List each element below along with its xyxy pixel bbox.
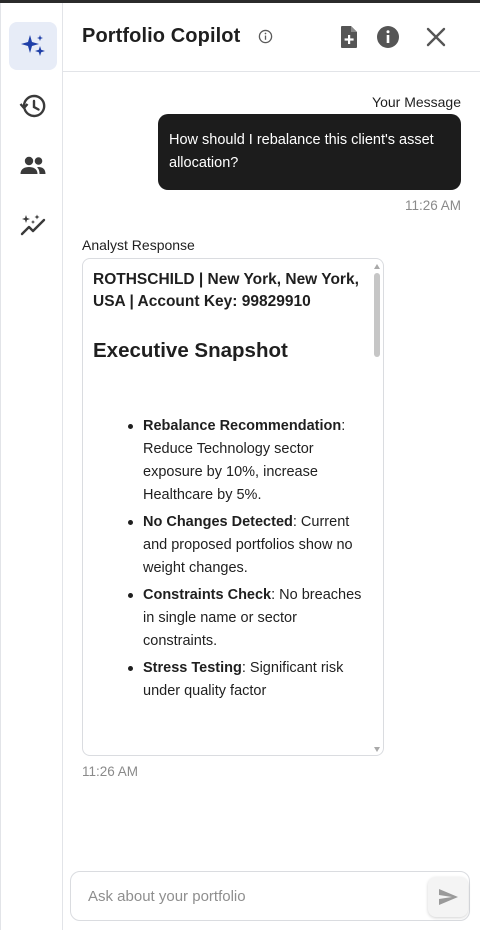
section-heading: Executive Snapshot — [93, 339, 288, 362]
sidebar-rail — [0, 3, 63, 930]
list-item-label: Rebalance Recommendation — [143, 418, 342, 434]
sidebar-item-insights[interactable] — [9, 202, 57, 250]
info-outline-icon[interactable] — [258, 29, 273, 44]
list-item-label: No Changes Detected — [143, 514, 293, 530]
panel-header: Portfolio Copilot — [63, 3, 480, 72]
page-title: Portfolio Copilot — [82, 25, 241, 47]
message-composer — [70, 871, 470, 921]
list-item: Stress Testing: Significant risk under q… — [128, 657, 368, 703]
close-button[interactable] — [422, 23, 450, 51]
history-icon — [19, 94, 46, 118]
scroll-up-arrow[interactable] — [374, 264, 380, 269]
response-scrollbar[interactable] — [372, 261, 382, 755]
list-item: No Changes Detected: Current and propose… — [128, 511, 368, 580]
analyst-response-card: ROTHSCHILD | New York, New York, USA | A… — [82, 258, 384, 756]
list-item: Constraints Check: No breaches in single… — [128, 584, 368, 653]
info-button[interactable] — [374, 23, 402, 51]
analyst-response-content: ROTHSCHILD | New York, New York, USA | A… — [93, 269, 368, 707]
send-button[interactable] — [428, 877, 468, 917]
message-input[interactable] — [88, 885, 408, 907]
analyst-response-timestamp: 11:26 AM — [82, 764, 139, 779]
info-icon — [377, 26, 399, 48]
people-icon — [20, 156, 46, 174]
list-item-label: Stress Testing — [143, 660, 242, 676]
scrollbar-thumb[interactable] — [374, 273, 380, 357]
new-document-icon — [341, 26, 357, 48]
list-item-label: Constraints Check — [143, 587, 272, 603]
user-message-caption: Your Message — [372, 94, 461, 110]
scroll-down-arrow[interactable] — [374, 747, 380, 752]
sparkle-icon — [21, 35, 45, 56]
user-message-bubble: How should I rebalance this client's ass… — [158, 114, 461, 190]
close-icon — [426, 27, 446, 47]
summary-list: Rebalance Recommendation: Reduce Technol… — [93, 415, 368, 703]
insights-icon — [20, 214, 46, 236]
list-item: Rebalance Recommendation: Reduce Technol… — [128, 415, 368, 507]
new-document-button[interactable] — [335, 23, 363, 51]
sidebar-item-clients[interactable] — [9, 142, 57, 190]
sidebar-item-copilot[interactable] — [9, 22, 57, 70]
send-icon — [439, 889, 458, 905]
user-message-timestamp: 11:26 AM — [404, 198, 461, 213]
sidebar-item-history[interactable] — [9, 82, 57, 130]
analyst-response-caption: Analyst Response — [82, 237, 195, 253]
account-line: ROTHSCHILD | New York, New York, USA | A… — [93, 271, 359, 310]
